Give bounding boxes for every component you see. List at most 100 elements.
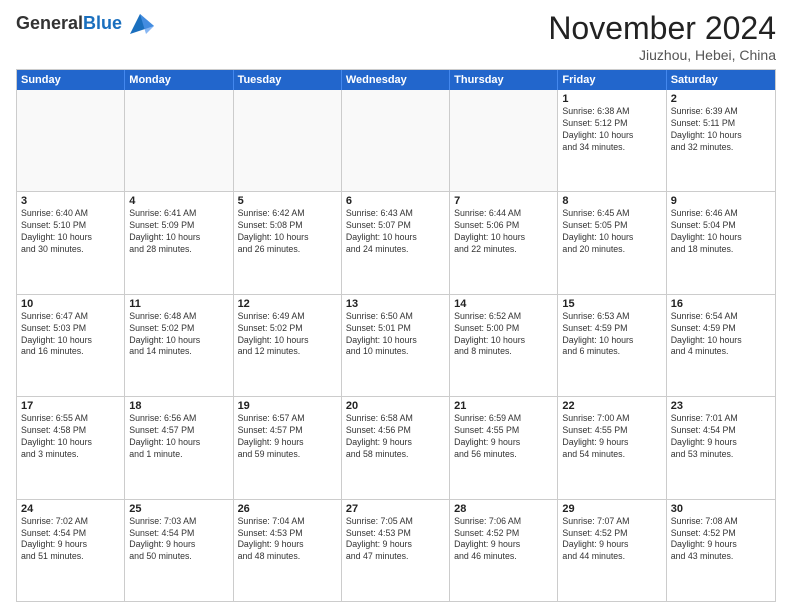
day-info: Sunrise: 6:38 AM Sunset: 5:12 PM Dayligh…: [562, 106, 661, 154]
day-cell-10: 10Sunrise: 6:47 AM Sunset: 5:03 PM Dayli…: [17, 295, 125, 396]
day-info: Sunrise: 6:46 AM Sunset: 5:04 PM Dayligh…: [671, 208, 771, 256]
empty-cell-r0c1: [125, 90, 233, 191]
calendar-row-2: 3Sunrise: 6:40 AM Sunset: 5:10 PM Daylig…: [17, 191, 775, 293]
day-number: 5: [238, 195, 337, 207]
day-cell-12: 12Sunrise: 6:49 AM Sunset: 5:02 PM Dayli…: [234, 295, 342, 396]
weekday-header-saturday: Saturday: [667, 70, 775, 90]
logo: GeneralBlue: [16, 10, 154, 38]
calendar-row-1: 1Sunrise: 6:38 AM Sunset: 5:12 PM Daylig…: [17, 90, 775, 191]
day-info: Sunrise: 6:56 AM Sunset: 4:57 PM Dayligh…: [129, 413, 228, 461]
day-number: 15: [562, 298, 661, 310]
day-number: 1: [562, 93, 661, 105]
weekday-header-thursday: Thursday: [450, 70, 558, 90]
day-info: Sunrise: 6:54 AM Sunset: 4:59 PM Dayligh…: [671, 311, 771, 359]
day-cell-8: 8Sunrise: 6:45 AM Sunset: 5:05 PM Daylig…: [558, 192, 666, 293]
day-cell-13: 13Sunrise: 6:50 AM Sunset: 5:01 PM Dayli…: [342, 295, 450, 396]
logo-text: GeneralBlue: [16, 14, 122, 34]
day-cell-6: 6Sunrise: 6:43 AM Sunset: 5:07 PM Daylig…: [342, 192, 450, 293]
day-number: 23: [671, 400, 771, 412]
day-number: 2: [671, 93, 771, 105]
calendar-row-3: 10Sunrise: 6:47 AM Sunset: 5:03 PM Dayli…: [17, 294, 775, 396]
day-number: 6: [346, 195, 445, 207]
month-title: November 2024: [548, 10, 776, 47]
title-block: November 2024 Jiuzhou, Hebei, China: [548, 10, 776, 63]
day-number: 13: [346, 298, 445, 310]
day-number: 28: [454, 503, 553, 515]
day-number: 16: [671, 298, 771, 310]
empty-cell-r0c3: [342, 90, 450, 191]
day-info: Sunrise: 6:55 AM Sunset: 4:58 PM Dayligh…: [21, 413, 120, 461]
day-cell-26: 26Sunrise: 7:04 AM Sunset: 4:53 PM Dayli…: [234, 500, 342, 601]
day-number: 25: [129, 503, 228, 515]
day-info: Sunrise: 6:40 AM Sunset: 5:10 PM Dayligh…: [21, 208, 120, 256]
day-cell-29: 29Sunrise: 7:07 AM Sunset: 4:52 PM Dayli…: [558, 500, 666, 601]
day-info: Sunrise: 6:43 AM Sunset: 5:07 PM Dayligh…: [346, 208, 445, 256]
day-info: Sunrise: 6:42 AM Sunset: 5:08 PM Dayligh…: [238, 208, 337, 256]
day-info: Sunrise: 6:48 AM Sunset: 5:02 PM Dayligh…: [129, 311, 228, 359]
day-number: 21: [454, 400, 553, 412]
day-info: Sunrise: 6:45 AM Sunset: 5:05 PM Dayligh…: [562, 208, 661, 256]
day-info: Sunrise: 6:52 AM Sunset: 5:00 PM Dayligh…: [454, 311, 553, 359]
day-cell-14: 14Sunrise: 6:52 AM Sunset: 5:00 PM Dayli…: [450, 295, 558, 396]
day-cell-20: 20Sunrise: 6:58 AM Sunset: 4:56 PM Dayli…: [342, 397, 450, 498]
day-number: 7: [454, 195, 553, 207]
calendar-body: 1Sunrise: 6:38 AM Sunset: 5:12 PM Daylig…: [17, 90, 775, 601]
day-info: Sunrise: 6:53 AM Sunset: 4:59 PM Dayligh…: [562, 311, 661, 359]
day-cell-18: 18Sunrise: 6:56 AM Sunset: 4:57 PM Dayli…: [125, 397, 233, 498]
day-info: Sunrise: 7:02 AM Sunset: 4:54 PM Dayligh…: [21, 516, 120, 564]
day-info: Sunrise: 7:06 AM Sunset: 4:52 PM Dayligh…: [454, 516, 553, 564]
location: Jiuzhou, Hebei, China: [548, 47, 776, 63]
day-number: 17: [21, 400, 120, 412]
weekday-header-friday: Friday: [558, 70, 666, 90]
day-cell-3: 3Sunrise: 6:40 AM Sunset: 5:10 PM Daylig…: [17, 192, 125, 293]
day-info: Sunrise: 7:00 AM Sunset: 4:55 PM Dayligh…: [562, 413, 661, 461]
day-number: 19: [238, 400, 337, 412]
day-cell-9: 9Sunrise: 6:46 AM Sunset: 5:04 PM Daylig…: [667, 192, 775, 293]
day-info: Sunrise: 6:44 AM Sunset: 5:06 PM Dayligh…: [454, 208, 553, 256]
day-number: 4: [129, 195, 228, 207]
day-info: Sunrise: 6:47 AM Sunset: 5:03 PM Dayligh…: [21, 311, 120, 359]
day-cell-25: 25Sunrise: 7:03 AM Sunset: 4:54 PM Dayli…: [125, 500, 233, 601]
day-cell-16: 16Sunrise: 6:54 AM Sunset: 4:59 PM Dayli…: [667, 295, 775, 396]
day-info: Sunrise: 6:59 AM Sunset: 4:55 PM Dayligh…: [454, 413, 553, 461]
day-number: 14: [454, 298, 553, 310]
day-info: Sunrise: 7:04 AM Sunset: 4:53 PM Dayligh…: [238, 516, 337, 564]
day-cell-30: 30Sunrise: 7:08 AM Sunset: 4:52 PM Dayli…: [667, 500, 775, 601]
day-info: Sunrise: 7:07 AM Sunset: 4:52 PM Dayligh…: [562, 516, 661, 564]
day-info: Sunrise: 7:08 AM Sunset: 4:52 PM Dayligh…: [671, 516, 771, 564]
day-info: Sunrise: 6:58 AM Sunset: 4:56 PM Dayligh…: [346, 413, 445, 461]
page: GeneralBlue November 2024 Jiuzhou, Hebei…: [0, 0, 792, 612]
calendar-row-5: 24Sunrise: 7:02 AM Sunset: 4:54 PM Dayli…: [17, 499, 775, 601]
empty-cell-r0c0: [17, 90, 125, 191]
day-cell-7: 7Sunrise: 6:44 AM Sunset: 5:06 PM Daylig…: [450, 192, 558, 293]
weekday-header-tuesday: Tuesday: [234, 70, 342, 90]
day-number: 18: [129, 400, 228, 412]
day-cell-4: 4Sunrise: 6:41 AM Sunset: 5:09 PM Daylig…: [125, 192, 233, 293]
day-number: 8: [562, 195, 661, 207]
calendar-header: SundayMondayTuesdayWednesdayThursdayFrid…: [17, 70, 775, 90]
empty-cell-r0c4: [450, 90, 558, 191]
day-cell-27: 27Sunrise: 7:05 AM Sunset: 4:53 PM Dayli…: [342, 500, 450, 601]
day-number: 11: [129, 298, 228, 310]
day-number: 12: [238, 298, 337, 310]
day-cell-21: 21Sunrise: 6:59 AM Sunset: 4:55 PM Dayli…: [450, 397, 558, 498]
day-number: 24: [21, 503, 120, 515]
day-info: Sunrise: 7:01 AM Sunset: 4:54 PM Dayligh…: [671, 413, 771, 461]
calendar: SundayMondayTuesdayWednesdayThursdayFrid…: [16, 69, 776, 602]
day-cell-1: 1Sunrise: 6:38 AM Sunset: 5:12 PM Daylig…: [558, 90, 666, 191]
empty-cell-r0c2: [234, 90, 342, 191]
day-cell-5: 5Sunrise: 6:42 AM Sunset: 5:08 PM Daylig…: [234, 192, 342, 293]
day-info: Sunrise: 6:41 AM Sunset: 5:09 PM Dayligh…: [129, 208, 228, 256]
day-info: Sunrise: 6:49 AM Sunset: 5:02 PM Dayligh…: [238, 311, 337, 359]
day-info: Sunrise: 7:03 AM Sunset: 4:54 PM Dayligh…: [129, 516, 228, 564]
day-cell-23: 23Sunrise: 7:01 AM Sunset: 4:54 PM Dayli…: [667, 397, 775, 498]
day-cell-15: 15Sunrise: 6:53 AM Sunset: 4:59 PM Dayli…: [558, 295, 666, 396]
day-number: 9: [671, 195, 771, 207]
calendar-row-4: 17Sunrise: 6:55 AM Sunset: 4:58 PM Dayli…: [17, 396, 775, 498]
day-info: Sunrise: 6:57 AM Sunset: 4:57 PM Dayligh…: [238, 413, 337, 461]
day-number: 29: [562, 503, 661, 515]
day-cell-11: 11Sunrise: 6:48 AM Sunset: 5:02 PM Dayli…: [125, 295, 233, 396]
day-cell-19: 19Sunrise: 6:57 AM Sunset: 4:57 PM Dayli…: [234, 397, 342, 498]
weekday-header-monday: Monday: [125, 70, 233, 90]
weekday-header-wednesday: Wednesday: [342, 70, 450, 90]
